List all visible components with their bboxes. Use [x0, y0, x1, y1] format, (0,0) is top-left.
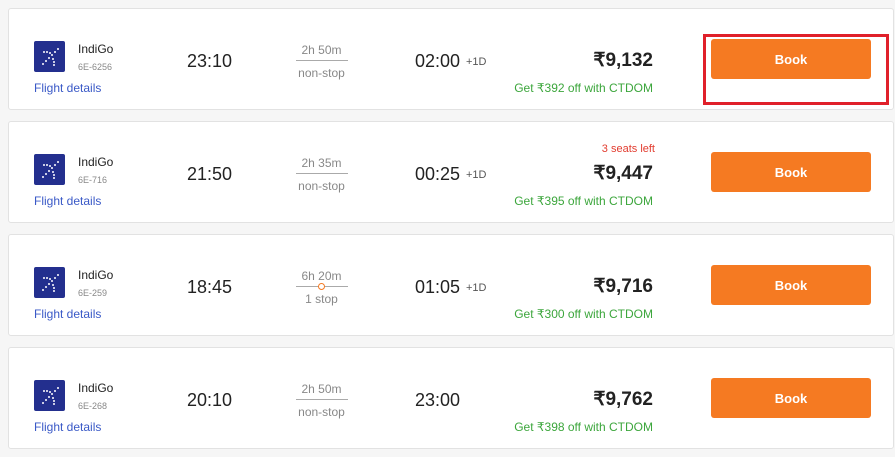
stops-label: non-stop — [298, 66, 345, 80]
flight-code: 6E-716 — [78, 175, 108, 185]
flight-duration: 2h 35m — [301, 156, 342, 170]
offer-text: Get ₹395 off with CTDOM — [514, 194, 653, 208]
airline-name: IndiGo — [78, 381, 114, 395]
offer-text: Get ₹398 off with CTDOM — [514, 420, 653, 434]
route-line — [296, 173, 348, 174]
airline-name: IndiGo — [78, 268, 114, 282]
next-day-badge: +1D — [466, 282, 487, 294]
flight-details-link[interactable]: Flight details — [34, 307, 101, 321]
price: ₹9,132 — [593, 50, 653, 71]
next-day-badge: +1D — [466, 56, 487, 68]
book-button[interactable]: Book — [711, 378, 871, 418]
flight-card: IndiGo 6E-716 Flight details 21:50 2h 35… — [8, 121, 894, 223]
flight-details-link[interactable]: Flight details — [34, 194, 101, 208]
price: ₹9,762 — [593, 389, 653, 410]
stops-label: non-stop — [298, 179, 345, 193]
flight-card: IndiGo 6E-259 Flight details 18:45 6h 20… — [8, 234, 894, 336]
flight-duration: 2h 50m — [301, 43, 342, 57]
airline-name: IndiGo — [78, 42, 114, 56]
flight-card: IndiGo 6E-6256 Flight details 23:10 2h 5… — [8, 8, 894, 110]
arrival-time: 23:00 — [415, 390, 461, 410]
stop-dot-icon — [318, 283, 325, 290]
offer-text: Get ₹392 off with CTDOM — [514, 81, 653, 95]
arrival-time: 02:00 — [415, 51, 461, 71]
departure-time: 18:45 — [187, 277, 233, 297]
indigo-plane-logo-icon — [34, 380, 65, 411]
route-line — [296, 399, 348, 400]
book-button[interactable]: Book — [711, 265, 871, 305]
price: ₹9,447 — [593, 163, 653, 184]
stops-label: non-stop — [298, 405, 345, 419]
route-line — [296, 60, 348, 61]
departure-time: 21:50 — [187, 164, 233, 184]
book-button[interactable]: Book — [711, 152, 871, 192]
indigo-plane-logo-icon — [34, 41, 65, 72]
book-button[interactable]: Book — [711, 39, 871, 79]
indigo-plane-logo-icon — [34, 154, 65, 185]
indigo-plane-logo-icon — [34, 267, 65, 298]
offer-text: Get ₹300 off with CTDOM — [514, 307, 653, 321]
arrival-time: 01:05 — [415, 277, 461, 297]
stops-label: 1 stop — [305, 292, 338, 306]
flight-details-link[interactable]: Flight details — [34, 81, 101, 95]
departure-time: 20:10 — [187, 390, 233, 410]
airline-name: IndiGo — [78, 155, 114, 169]
flight-code: 6E-6256 — [78, 62, 113, 72]
flight-details-link[interactable]: Flight details — [34, 420, 101, 434]
flight-card: IndiGo 6E-268 Flight details 20:10 2h 50… — [8, 347, 894, 449]
seats-left-badge: 3 seats left — [601, 143, 655, 155]
flight-duration: 2h 50m — [301, 382, 342, 396]
departure-time: 23:10 — [187, 51, 233, 71]
flight-duration: 6h 20m — [301, 269, 342, 283]
price: ₹9,716 — [593, 276, 653, 297]
flight-code: 6E-259 — [78, 288, 108, 298]
next-day-badge: +1D — [466, 169, 487, 181]
flight-code: 6E-268 — [78, 401, 108, 411]
arrival-time: 00:25 — [415, 164, 461, 184]
